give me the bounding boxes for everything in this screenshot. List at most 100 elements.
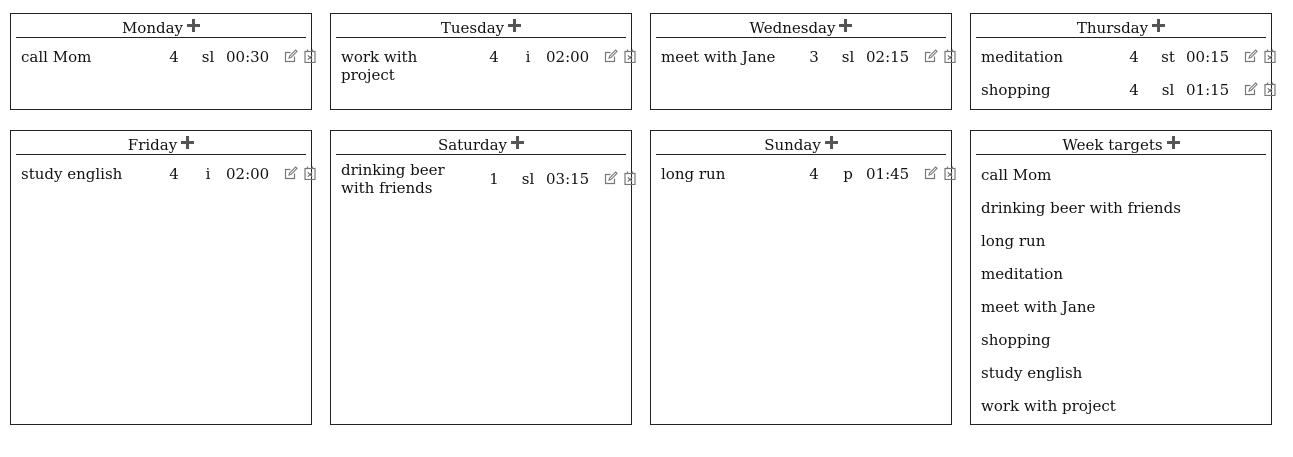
task-time: 00:15 (1186, 48, 1230, 66)
week-targets-card: Week targets call Mom drinking beer with… (970, 130, 1272, 425)
plus-icon[interactable] (824, 135, 838, 149)
target-list: call Mom drinking beer with friends long… (981, 166, 1266, 430)
plus-icon[interactable] (181, 135, 195, 149)
task-row: shopping 4 sl 01:15 (981, 81, 1276, 115)
target-item: work with project (981, 397, 1116, 415)
task-time: 00:30 (226, 48, 270, 66)
task-list: study english 4 i 02:00 (21, 165, 316, 199)
edit-icon[interactable] (284, 49, 298, 63)
day-header: Tuesday (336, 17, 626, 38)
task-type: i (525, 48, 531, 66)
task-type: sl (201, 48, 215, 66)
day-header: Thursday (976, 17, 1266, 38)
day-title: Wednesday (749, 19, 836, 37)
plus-icon[interactable] (187, 18, 201, 32)
task-row: study english 4 i 02:00 (21, 165, 316, 199)
task-number: 4 (1129, 81, 1139, 99)
task-type: st (1161, 48, 1175, 66)
day-card-friday: Friday study english 4 i 02:00 (10, 130, 316, 425)
day-header: Friday (16, 134, 306, 155)
task-name: long run (661, 165, 726, 183)
plus-icon[interactable] (511, 135, 525, 149)
task-number: 3 (809, 48, 819, 66)
task-number: 4 (1129, 48, 1139, 66)
task-number: 4 (809, 165, 819, 183)
task-list: meditation 4 st 00:15 shopping 4 sl 01:1… (981, 48, 1276, 115)
task-row: meditation 4 st 00:15 (981, 48, 1276, 82)
edit-icon[interactable] (924, 49, 938, 63)
task-time: 01:15 (1186, 81, 1230, 99)
day-header: Saturday (336, 134, 626, 155)
day-title: Saturday (437, 136, 508, 154)
task-name: study english (21, 165, 123, 183)
edit-icon[interactable] (604, 171, 618, 185)
task-time: 01:45 (866, 165, 910, 183)
week-targets-header: Week targets (976, 134, 1266, 155)
day-card-thursday: Thursday meditation 4 st 00:15 shopping … (970, 13, 1276, 110)
task-type: i (205, 165, 211, 183)
edit-icon[interactable] (1244, 82, 1258, 96)
day-card-sunday: Sunday long run 4 p 01:45 (650, 130, 956, 425)
week-targets-title: Week targets (1062, 136, 1163, 154)
task-name: meditation (981, 48, 1063, 66)
task-row: long run 4 p 01:45 (661, 165, 956, 199)
task-time: 02:15 (866, 48, 910, 66)
task-type: sl (521, 170, 535, 188)
delete-icon[interactable] (624, 49, 636, 63)
plus-icon[interactable] (1152, 18, 1166, 32)
task-name: drinking beer with friends (341, 161, 445, 197)
target-item: shopping (981, 331, 1051, 349)
task-row: work with project 4 i 02:00 (341, 48, 636, 84)
plus-icon[interactable] (839, 18, 853, 32)
task-time: 02:00 (226, 165, 270, 183)
day-card-monday: Monday call Mom 4 sl 00:30 (10, 13, 316, 110)
edit-icon[interactable] (1244, 49, 1258, 63)
delete-icon[interactable] (1264, 49, 1276, 63)
task-type: sl (1161, 81, 1175, 99)
task-type: sl (841, 48, 855, 66)
task-type: p (843, 165, 853, 183)
task-number: 4 (169, 165, 179, 183)
delete-icon[interactable] (1264, 82, 1276, 96)
day-card-wednesday: Wednesday meet with Jane 3 sl 02:15 (650, 13, 956, 110)
task-row: call Mom 4 sl 00:30 (21, 48, 316, 82)
day-title: Friday (127, 136, 178, 154)
delete-icon[interactable] (304, 49, 316, 63)
plus-icon[interactable] (1166, 135, 1180, 149)
task-number: 4 (169, 48, 179, 66)
edit-icon[interactable] (604, 49, 618, 63)
day-header: Sunday (656, 134, 946, 155)
task-list: drinking beer with friends 1 sl 03:15 (341, 161, 636, 199)
target-item: drinking beer with friends (981, 199, 1181, 217)
task-name: call Mom (21, 48, 92, 66)
delete-icon[interactable] (944, 166, 956, 180)
target-item: study english (981, 364, 1083, 382)
task-number: 4 (489, 48, 499, 66)
edit-icon[interactable] (284, 166, 298, 180)
task-list: call Mom 4 sl 00:30 (21, 48, 316, 82)
day-header: Monday (16, 17, 306, 38)
day-title: Tuesday (440, 19, 505, 37)
day-title: Sunday (764, 136, 821, 154)
task-list: long run 4 p 01:45 (661, 165, 956, 199)
target-item: call Mom (981, 166, 1052, 184)
delete-icon[interactable] (944, 49, 956, 63)
task-list: meet with Jane 3 sl 02:15 (661, 48, 956, 82)
target-item: long run (981, 232, 1046, 250)
edit-icon[interactable] (924, 166, 938, 180)
task-row: meet with Jane 3 sl 02:15 (661, 48, 956, 82)
target-item: meet with Jane (981, 298, 1096, 316)
day-title: Thursday (1076, 19, 1149, 37)
day-header: Wednesday (656, 17, 946, 38)
day-card-saturday: Saturday drinking beer with friends 1 sl… (330, 130, 636, 425)
task-time: 03:15 (546, 170, 590, 188)
plus-icon[interactable] (508, 18, 522, 32)
task-number: 1 (489, 170, 499, 188)
delete-icon[interactable] (624, 171, 636, 185)
task-name: shopping (981, 81, 1051, 99)
day-card-tuesday: Tuesday work with project 4 i 02:00 (330, 13, 636, 110)
task-name: meet with Jane (661, 48, 776, 66)
delete-icon[interactable] (304, 166, 316, 180)
task-name: work with project (341, 48, 418, 84)
task-list: work with project 4 i 02:00 (341, 48, 636, 84)
